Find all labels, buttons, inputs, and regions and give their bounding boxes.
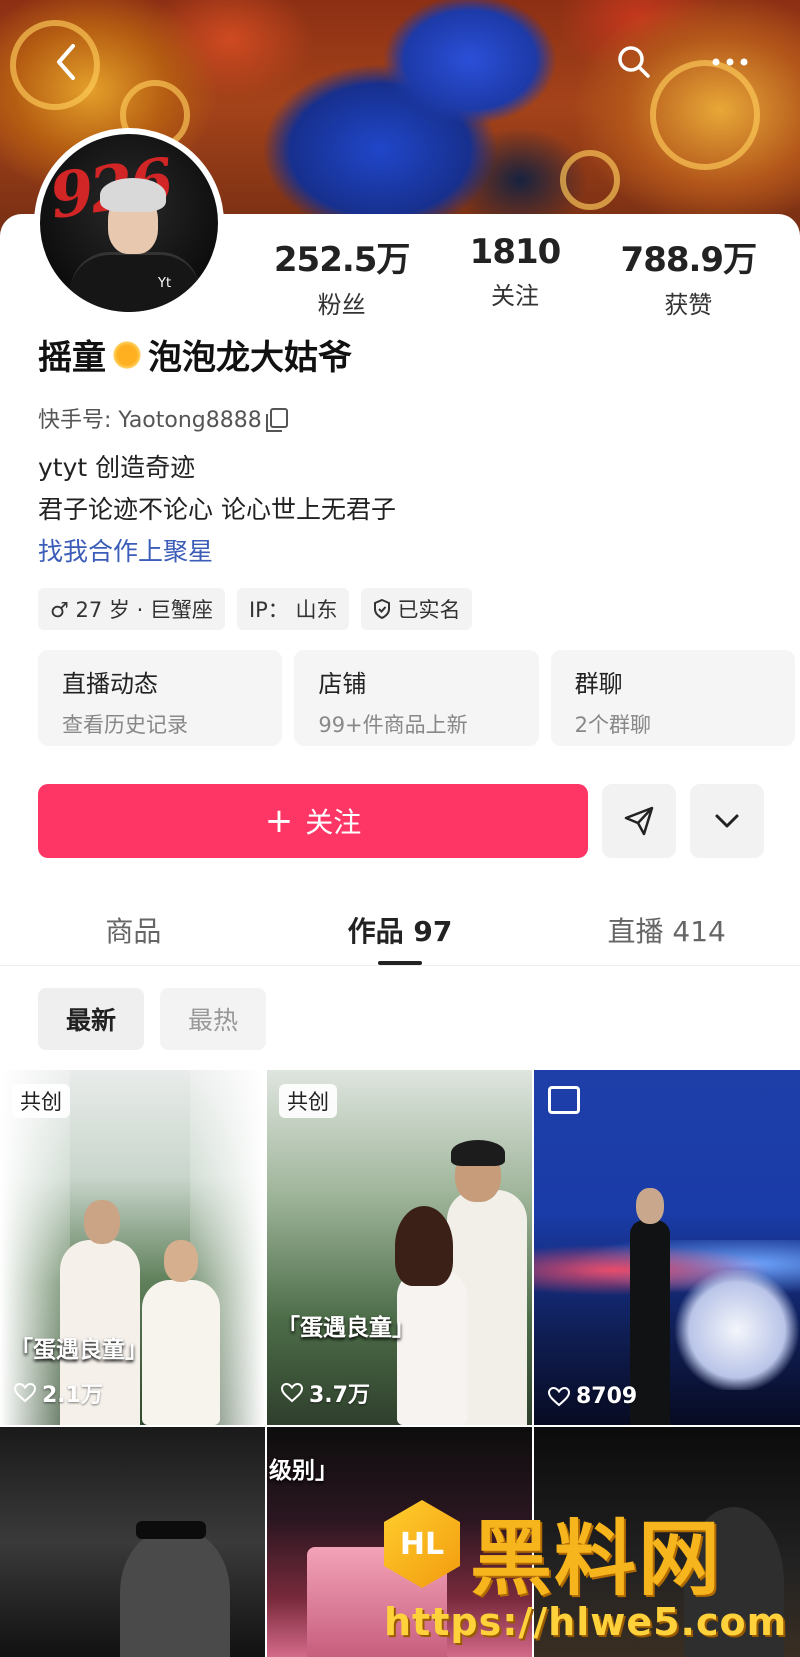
avatar-badge: Yt [158,276,172,291]
like-count: 3.7万 [281,1377,370,1409]
video-caption: 「蛋遇良童」 [10,1337,148,1363]
gallery-icon [548,1086,580,1114]
send-icon [624,806,654,836]
video-caption: 「蛋遇良童」 [277,1315,415,1341]
chevron-down-icon [715,814,739,828]
tag-verified: 已实名 [361,588,473,630]
tag-age: ♂ 27 岁 · 巨蟹座 [38,588,225,630]
follow-label: 关注 [305,806,362,839]
entry-subtitle: 2个群聊 [574,713,652,737]
watermark: HL 黑料网 https://hlwe5.com [384,1492,794,1652]
like-count: 2.1万 [14,1377,103,1409]
like-count: 8709 [548,1384,637,1409]
tag-text: IP： 山东 [248,598,338,622]
feature-entries: 直播动态 查看历史记录 店铺 99+件商品上新 群聊 2个群聊 [38,650,795,746]
bio-line-1: ytyt 创造奇迹 [38,453,196,482]
sort-latest[interactable]: 最新 [38,988,144,1050]
collab-badge: 共创 [12,1084,70,1118]
watermark-logo: HL [384,1500,460,1588]
stat-value: 788.9万 [620,240,758,280]
entry-live-history[interactable]: 直播动态 查看历史记录 [38,650,283,746]
search-button[interactable] [610,38,658,86]
profile-name: 摇童 泡泡龙大姑爷 [38,330,352,379]
avatar[interactable]: 926 Yt [34,128,224,318]
stat-following[interactable]: 1810 关注 [428,232,601,320]
tag-text: 已实名 [397,598,461,622]
share-button[interactable] [602,784,676,858]
like-value: 8709 [576,1384,638,1409]
content-tabs: 商品 作品 97 直播 414 [0,880,800,966]
more-button[interactable] [706,38,754,86]
user-id: 快手号: Yaotong8888 [38,408,262,433]
entry-shop[interactable]: 店铺 99+件商品上新 [294,650,539,746]
video-thumbnail[interactable]: 共创 「蛋遇良童」 2.1万 [0,1070,265,1425]
bio-link[interactable]: 找我合作上聚星 [38,532,213,568]
heart-icon [548,1386,570,1406]
like-value: 3.7万 [309,1383,370,1408]
tag-ip: IP： 山东 [236,588,350,630]
stats-row: 252.5万 粉丝 1810 关注 788.9万 获赞 [255,232,775,320]
stat-value: 252.5万 [273,240,411,280]
heart-icon [14,1383,36,1403]
copy-icon[interactable] [265,408,288,432]
plus-icon: + [264,801,294,841]
back-icon [57,44,75,80]
tab-works[interactable]: 作品 97 [267,880,534,965]
stat-followers[interactable]: 252.5万 粉丝 [255,232,428,320]
watermark-title: 黑料网 [470,1512,723,1607]
search-icon [618,46,650,78]
profile-tags: ♂ 27 岁 · 巨蟹座 IP： 山东 已实名 [38,588,473,630]
name-part-1: 摇童 [38,338,106,378]
collab-badge: 共创 [279,1084,337,1118]
video-caption: 级别」 [269,1458,338,1484]
entry-subtitle: 查看历史记录 [62,713,188,737]
name-part-2: 泡泡龙大姑爷 [148,338,352,378]
stat-label: 关注 [490,282,539,310]
bio-line-2: 君子论迹不论心 论心世上无君子 [38,495,396,524]
stat-label: 粉丝 [317,291,366,319]
watermark-url: https://hlwe5.com [384,1600,788,1644]
tab-live[interactable]: 直播 414 [533,880,800,965]
follow-button[interactable]: + 关注 [38,784,588,858]
more-icon [712,58,748,66]
sort-hottest[interactable]: 最热 [160,988,266,1050]
sun-icon [110,337,144,372]
verified-icon [374,599,391,619]
user-id-row: 快手号: Yaotong8888 [38,402,288,434]
video-thumbnail[interactable] [0,1427,265,1657]
entry-title: 群聊 [574,670,623,698]
back-button[interactable] [42,38,90,86]
expand-button[interactable] [690,784,764,858]
stat-likes[interactable]: 788.9万 获赞 [602,232,775,320]
entry-group-chat[interactable]: 群聊 2个群聊 [550,650,795,746]
entry-title: 直播动态 [62,670,158,698]
stat-label: 获赞 [664,291,713,319]
video-thumbnail[interactable]: 共创 「蛋遇良童」 3.7万 [267,1070,532,1425]
tab-products[interactable]: 商品 [0,880,267,965]
stat-value: 1810 [469,232,562,272]
entry-subtitle: 99+件商品上新 [318,713,468,737]
action-row: + 关注 [38,784,764,858]
heart-icon [281,1383,303,1403]
entry-title: 店铺 [318,670,367,698]
tag-text: ♂ 27 岁 · 巨蟹座 [50,598,213,622]
like-value: 2.1万 [42,1383,103,1408]
photo-thumbnail[interactable]: 8709 [534,1070,800,1425]
sort-row: 最新 最热 [38,988,266,1050]
